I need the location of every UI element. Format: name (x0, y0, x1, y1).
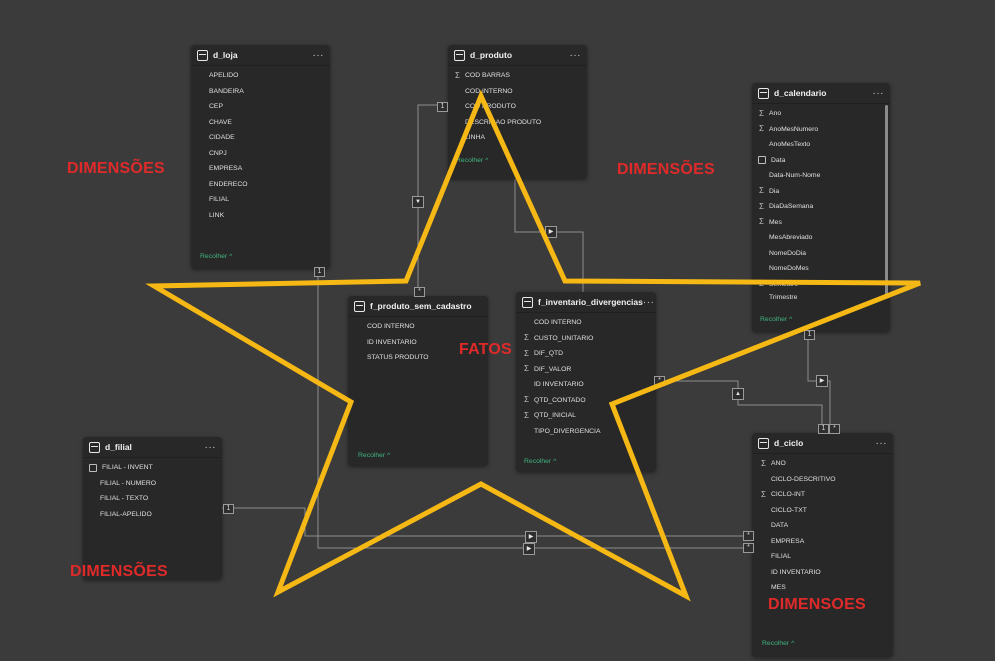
dimensoes-label: DIMENSÕES (617, 161, 715, 178)
star-annotation (145, 89, 921, 602)
dimensoes-label: DIMENSOES (768, 596, 866, 613)
dimensoes-label: DIMENSÕES (67, 160, 165, 177)
dimensoes-label: DIMENSÕES (70, 563, 168, 580)
fatos-label: FATOS (459, 341, 512, 358)
star-shape (145, 89, 921, 602)
